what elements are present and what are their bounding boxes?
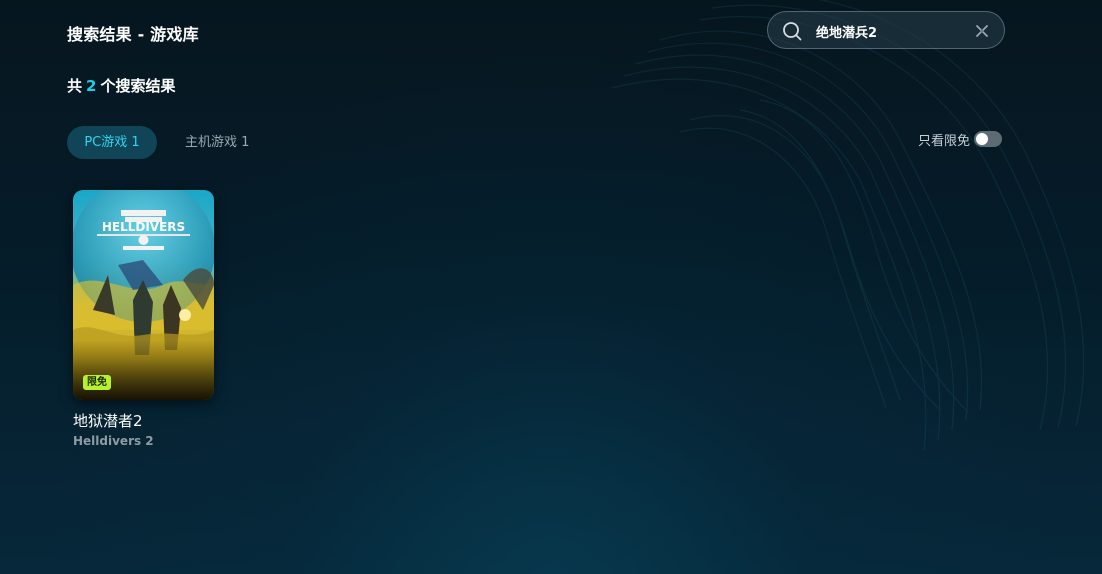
tab-pc-games[interactable]: PC游戏 1	[67, 126, 157, 159]
free-badge: 限免	[83, 375, 111, 390]
result-count-prefix: 共	[67, 77, 83, 95]
result-count-number: 2	[86, 77, 97, 95]
close-icon[interactable]	[974, 23, 990, 39]
cover-logo-text: HELLDIVERS	[102, 220, 185, 234]
free-only-label: 只看限免	[918, 133, 971, 149]
tab-console-games[interactable]: 主机游戏 1	[185, 126, 249, 159]
toggle-knob	[976, 133, 989, 145]
game-card[interactable]: HELLDIVERS 限免 地狱潜者2 Helldivers 2	[73, 190, 214, 448]
free-only-toggle[interactable]	[974, 131, 1003, 147]
game-cover-image: HELLDIVERS 限免	[73, 190, 214, 400]
game-title: 地狱潜者2	[73, 412, 143, 430]
game-cover-art: HELLDIVERS	[73, 190, 214, 400]
result-count-suffix: 个搜索结果	[100, 77, 176, 95]
result-count: 共 2 个搜索结果	[67, 75, 175, 96]
search-input[interactable]	[816, 20, 956, 42]
game-subtitle: Helldivers 2	[73, 434, 154, 448]
search-icon	[783, 22, 802, 41]
free-only-filter: 只看限免	[918, 130, 1003, 149]
search-box[interactable]	[767, 11, 1005, 49]
page-title: 搜索结果 - 游戏库	[67, 25, 199, 44]
